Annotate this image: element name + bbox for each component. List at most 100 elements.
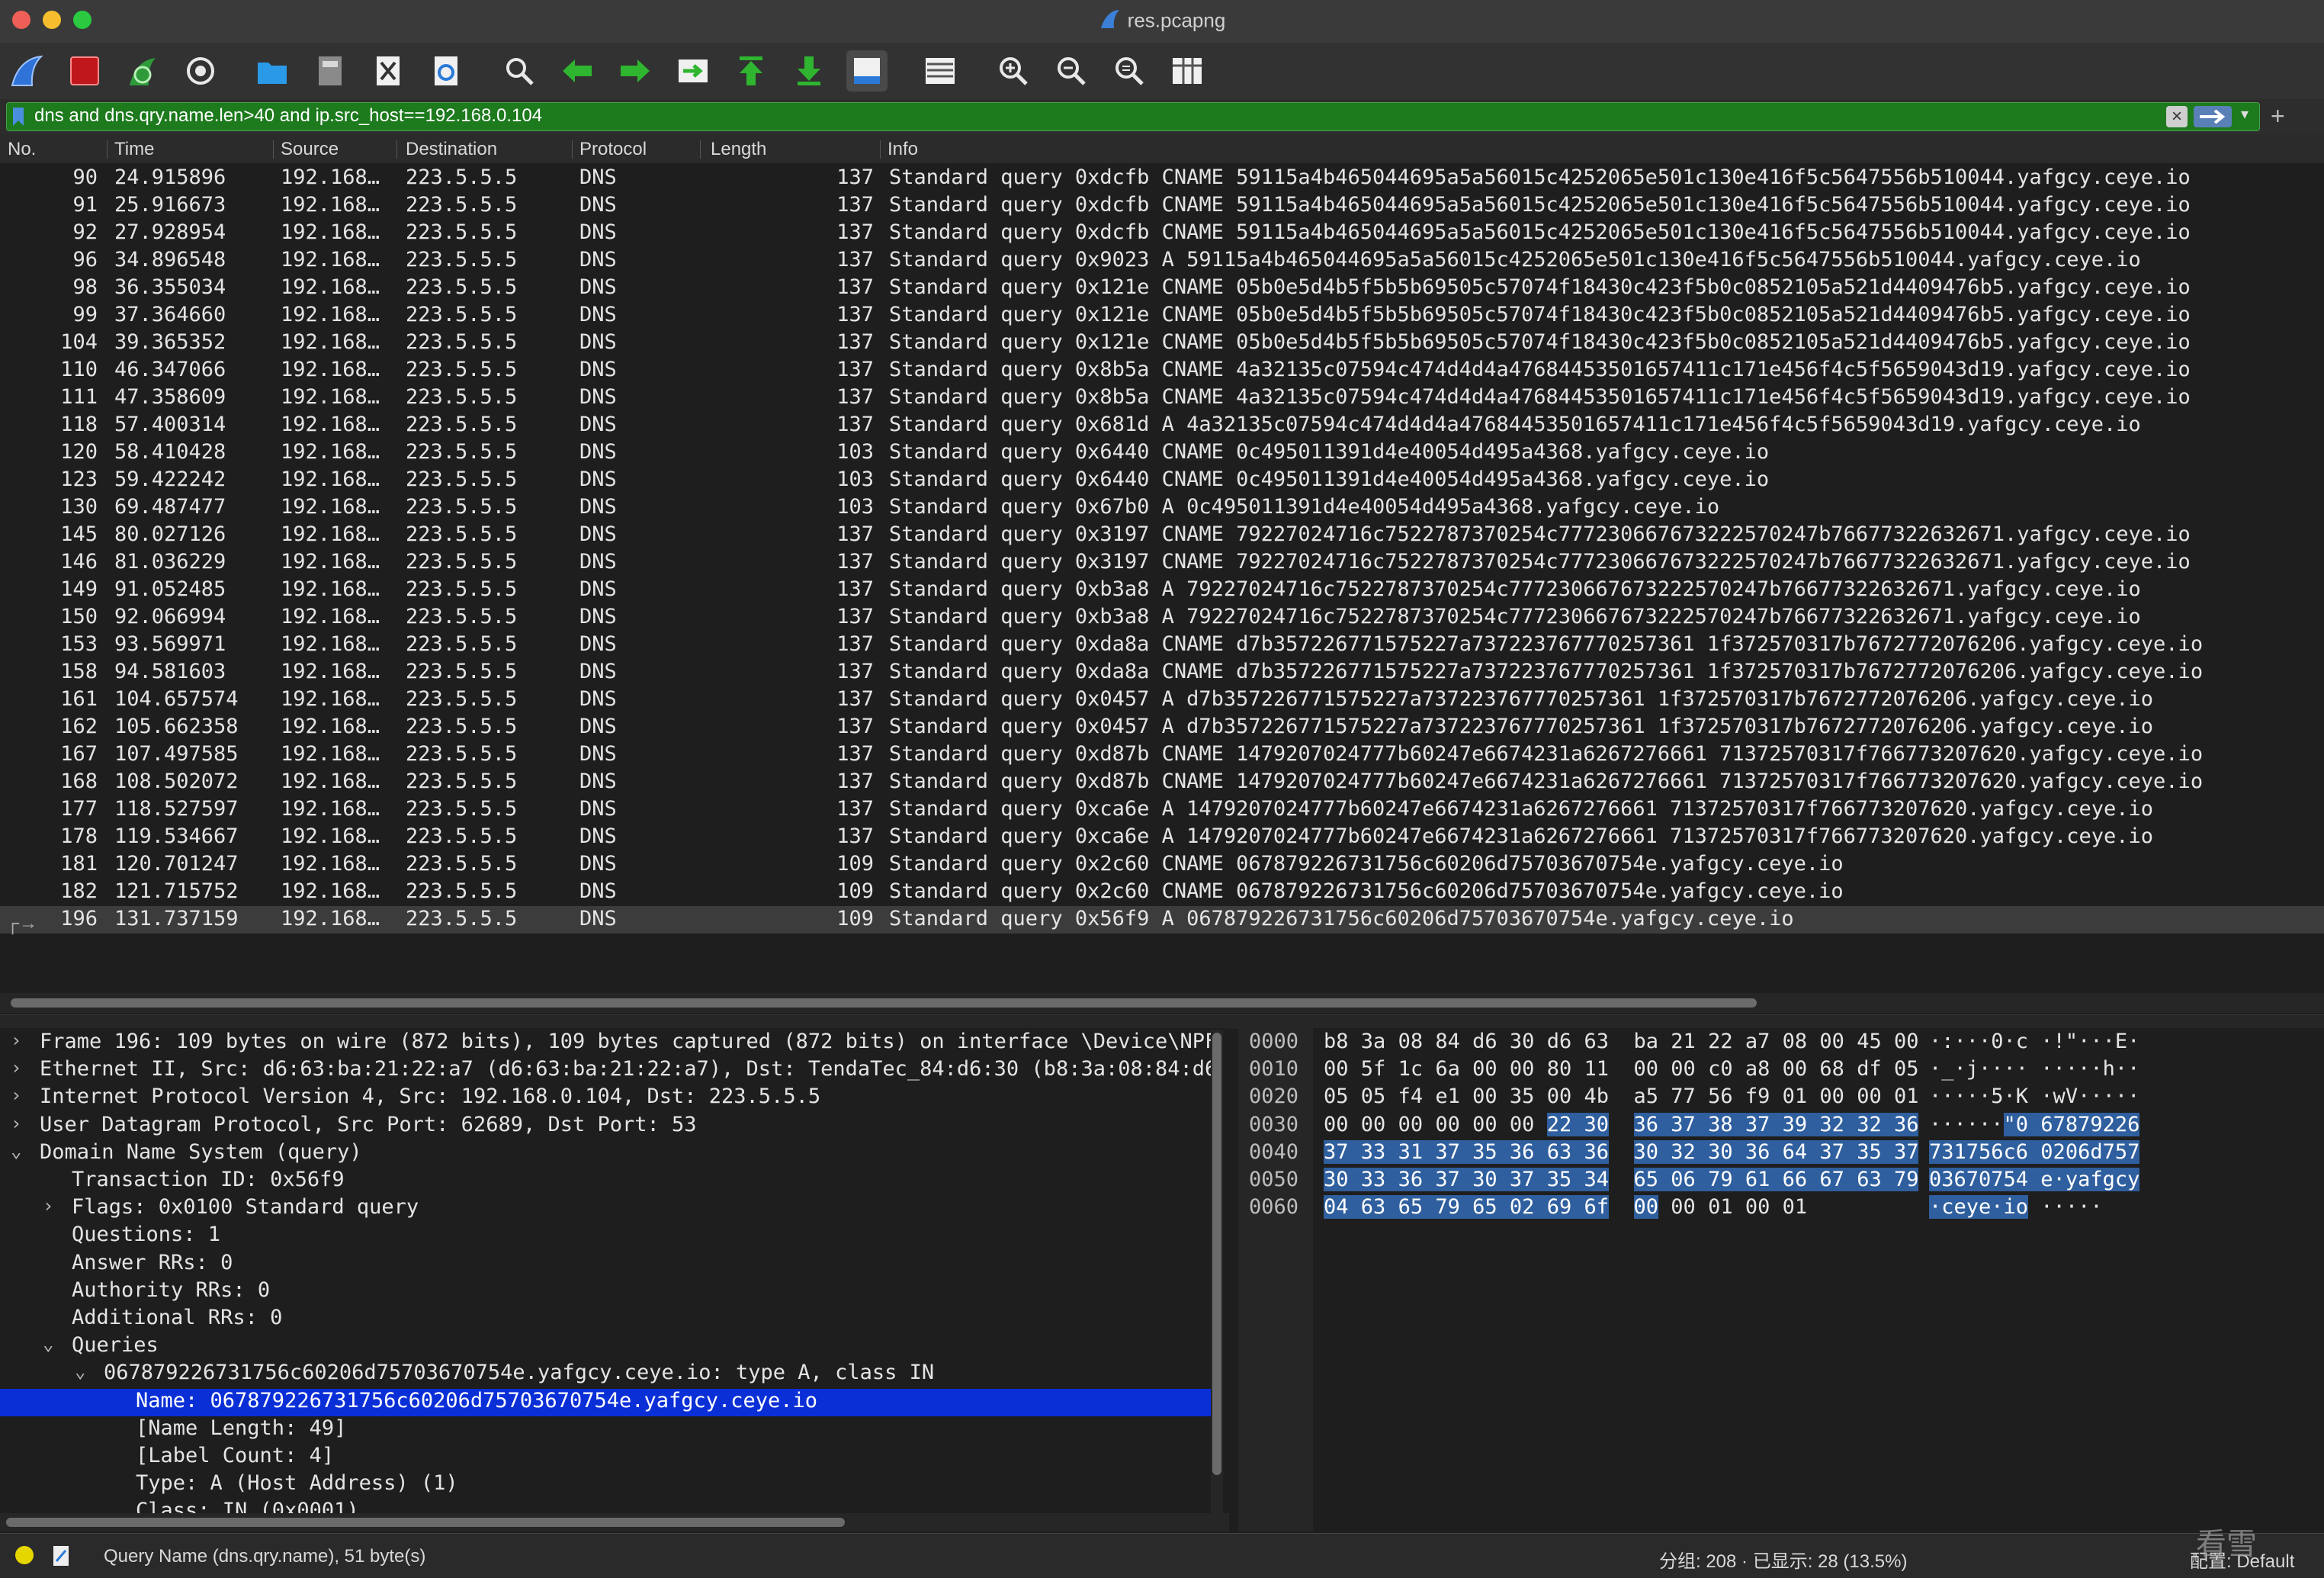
- chevron-right-icon[interactable]: ›: [43, 1195, 53, 1216]
- hex-byte[interactable]: 05: [1324, 1085, 1349, 1108]
- hex-byte[interactable]: 56: [1708, 1085, 1733, 1108]
- hex-byte[interactable]: ba: [1634, 1030, 1659, 1053]
- hex-bytes[interactable]: 00 5f 1c 6a 00 00 80 11 00 00 c0 a8 00 6…: [1324, 1057, 1931, 1085]
- hex-byte[interactable]: 66: [1782, 1168, 1808, 1191]
- details-horizontal-thumb[interactable]: [6, 1518, 845, 1527]
- hex-ascii[interactable]: ·ceye·io ·····: [1929, 1195, 2103, 1223]
- hex-byte[interactable]: 00: [1819, 1030, 1844, 1053]
- details-tree-item[interactable]: Answer RRs: 0: [0, 1251, 1212, 1278]
- hex-byte[interactable]: 32: [1857, 1112, 1882, 1136]
- hex-byte[interactable]: 21: [1671, 1030, 1696, 1053]
- go-back-icon[interactable]: [557, 50, 598, 92]
- packet-row[interactable]: 178 119.534667 192.168… 223.5.5.5 DNS 137 Stan…: [0, 824, 2324, 851]
- hex-byte[interactable]: 30: [1708, 1139, 1733, 1164]
- hex-byte[interactable]: 1c: [1398, 1057, 1424, 1081]
- details-tree-item[interactable]: [Name Length: 49]: [0, 1416, 1212, 1444]
- packet-row[interactable]: 167 107.497585 192.168… 223.5.5.5 DNS 137 Stan…: [0, 741, 2324, 769]
- filter-history-chevron-down-icon[interactable]: ▾: [2241, 104, 2249, 124]
- display-filter-input[interactable]: [34, 104, 2139, 127]
- hex-byte[interactable]: 68: [1819, 1057, 1844, 1081]
- column-header-destination[interactable]: Destination: [406, 139, 497, 160]
- details-vertical-scrollbar[interactable]: [1211, 1030, 1223, 1513]
- packet-row[interactable]: 90 24.915896 192.168… 223.5.5.5 DNS 137 Standa…: [0, 165, 2324, 192]
- details-tree-item[interactable]: ⌄ Domain Name System (query): [0, 1140, 1212, 1168]
- hex-byte[interactable]: d6: [1472, 1030, 1497, 1053]
- hex-ascii[interactable]: ·:···0·c ·!"···E·: [1929, 1030, 2139, 1057]
- hex-byte[interactable]: 06: [1671, 1168, 1696, 1191]
- hex-byte[interactable]: 37: [1745, 1112, 1770, 1136]
- packet-row[interactable]: 104 39.365352 192.168… 223.5.5.5 DNS 137 Stand…: [0, 329, 2324, 357]
- hex-byte[interactable]: 36: [1633, 1112, 1659, 1136]
- hex-byte[interactable]: 36: [1509, 1139, 1535, 1164]
- hex-byte[interactable]: 01: [1783, 1195, 1808, 1219]
- hex-byte[interactable]: 00: [1857, 1085, 1882, 1108]
- details-tree-item[interactable]: ⌄ 067879226731756c60206d75703670754e.yafg…: [0, 1361, 1212, 1388]
- capture-comment-icon[interactable]: [52, 1544, 72, 1573]
- hex-ascii[interactable]: ·····5·K ·wV·····: [1929, 1085, 2139, 1112]
- details-tree-item[interactable]: [Label Count: 4]: [0, 1444, 1212, 1471]
- packet-row[interactable]: 120 58.410428 192.168… 223.5.5.5 DNS 103 Stand…: [0, 439, 2324, 467]
- hex-byte[interactable]: 37: [1435, 1139, 1460, 1164]
- hex-byte[interactable]: 00: [1783, 1057, 1808, 1081]
- hex-byte[interactable]: 08: [1398, 1030, 1424, 1053]
- hex-byte[interactable]: 30: [1324, 1168, 1349, 1191]
- packet-list-scroll-thumb[interactable]: [11, 998, 1757, 1008]
- hex-byte[interactable]: 00: [1671, 1195, 1696, 1219]
- hex-ascii[interactable]: 731756c6 0206d757: [1929, 1139, 2140, 1168]
- hex-byte[interactable]: 80: [1547, 1057, 1572, 1081]
- hex-byte[interactable]: 5f: [1361, 1057, 1386, 1081]
- hex-byte[interactable]: 30: [1472, 1168, 1497, 1191]
- hex-byte[interactable]: 00: [1633, 1195, 1659, 1220]
- first-packet-icon[interactable]: [730, 50, 772, 92]
- hex-byte[interactable]: 30: [1633, 1139, 1659, 1164]
- hex-byte[interactable]: 00: [1472, 1113, 1497, 1136]
- hex-byte[interactable]: 36: [1584, 1139, 1609, 1164]
- details-tree-item[interactable]: Type: A (Host Address) (1): [0, 1471, 1212, 1499]
- resize-columns-icon[interactable]: [1167, 50, 1208, 92]
- hex-byte[interactable]: 37: [1509, 1168, 1535, 1191]
- hex-bytes[interactable]: 05 05 f4 e1 00 35 00 4b a5 77 56 f9 01 0…: [1324, 1085, 1931, 1112]
- hex-ascii[interactable]: 03670754 e·yafgcy: [1929, 1168, 2140, 1195]
- packet-row[interactable]: 161 104.657574 192.168… 223.5.5.5 DNS 137 Stan…: [0, 686, 2324, 714]
- hex-byte[interactable]: 36: [1893, 1112, 1919, 1136]
- hex-byte[interactable]: 00: [1510, 1113, 1535, 1136]
- hex-byte[interactable]: 79: [1435, 1195, 1460, 1220]
- hex-byte[interactable]: 11: [1584, 1057, 1609, 1081]
- packet-row[interactable]: 181 120.701247 192.168… 223.5.5.5 DNS 109 Stan…: [0, 851, 2324, 879]
- packet-row[interactable]: 158 94.581603 192.168… 223.5.5.5 DNS 137 Stand…: [0, 659, 2324, 686]
- hex-byte[interactable]: a8: [1745, 1057, 1770, 1081]
- hex-byte[interactable]: 63: [1584, 1030, 1609, 1053]
- packet-row[interactable]: 177 118.527597 192.168… 223.5.5.5 DNS 137 Stan…: [0, 796, 2324, 824]
- packet-row[interactable]: 182 121.715752 192.168… 223.5.5.5 DNS 109 Stan…: [0, 879, 2324, 906]
- hex-byte[interactable]: 00: [1745, 1195, 1770, 1219]
- hex-ascii[interactable]: ·_·j···· ·····h··: [1929, 1057, 2139, 1085]
- hex-byte[interactable]: 37: [1819, 1139, 1844, 1164]
- hex-byte[interactable]: 67: [1819, 1168, 1844, 1191]
- packet-row[interactable]: 130 69.487477 192.168… 223.5.5.5 DNS 103 Stand…: [0, 494, 2324, 522]
- details-tree-item[interactable]: Authority RRs: 0: [0, 1278, 1212, 1306]
- packet-row[interactable]: 153 93.569971 192.168… 223.5.5.5 DNS 137 Stand…: [0, 632, 2324, 659]
- hex-byte[interactable]: 79: [1708, 1168, 1733, 1191]
- packet-row[interactable]: 145 80.027126 192.168… 223.5.5.5 DNS 137 Stand…: [0, 522, 2324, 549]
- hex-byte[interactable]: 61: [1745, 1168, 1770, 1191]
- hex-byte[interactable]: 32: [1671, 1139, 1696, 1164]
- zoom-out-icon[interactable]: [1051, 50, 1092, 92]
- hex-byte[interactable]: 35: [1510, 1085, 1535, 1108]
- hex-byte[interactable]: 04: [1324, 1195, 1349, 1220]
- add-filter-button-plus-icon[interactable]: +: [2271, 104, 2285, 128]
- details-tree-item[interactable]: › Flags: 0x0100 Standard query: [0, 1195, 1212, 1223]
- hex-byte[interactable]: 79: [1893, 1168, 1919, 1191]
- hex-byte[interactable]: 37: [1671, 1112, 1696, 1136]
- chevron-down-icon[interactable]: ⌄: [43, 1333, 53, 1355]
- hex-byte[interactable]: 00: [1634, 1057, 1659, 1081]
- stop-capture-icon[interactable]: [64, 50, 105, 92]
- chevron-right-icon[interactable]: ›: [11, 1085, 21, 1106]
- hex-byte[interactable]: 38: [1708, 1112, 1733, 1136]
- packet-row[interactable]: 146 81.036229 192.168… 223.5.5.5 DNS 137 Stand…: [0, 549, 2324, 577]
- hex-byte[interactable]: 30: [1510, 1030, 1535, 1053]
- hex-byte[interactable]: 84: [1435, 1030, 1460, 1053]
- hex-byte[interactable]: 64: [1782, 1139, 1808, 1164]
- hex-byte[interactable]: f4: [1398, 1085, 1424, 1108]
- packet-row[interactable]: 150 92.066994 192.168… 223.5.5.5 DNS 137 Stand…: [0, 604, 2324, 632]
- hex-byte[interactable]: c0: [1708, 1057, 1733, 1081]
